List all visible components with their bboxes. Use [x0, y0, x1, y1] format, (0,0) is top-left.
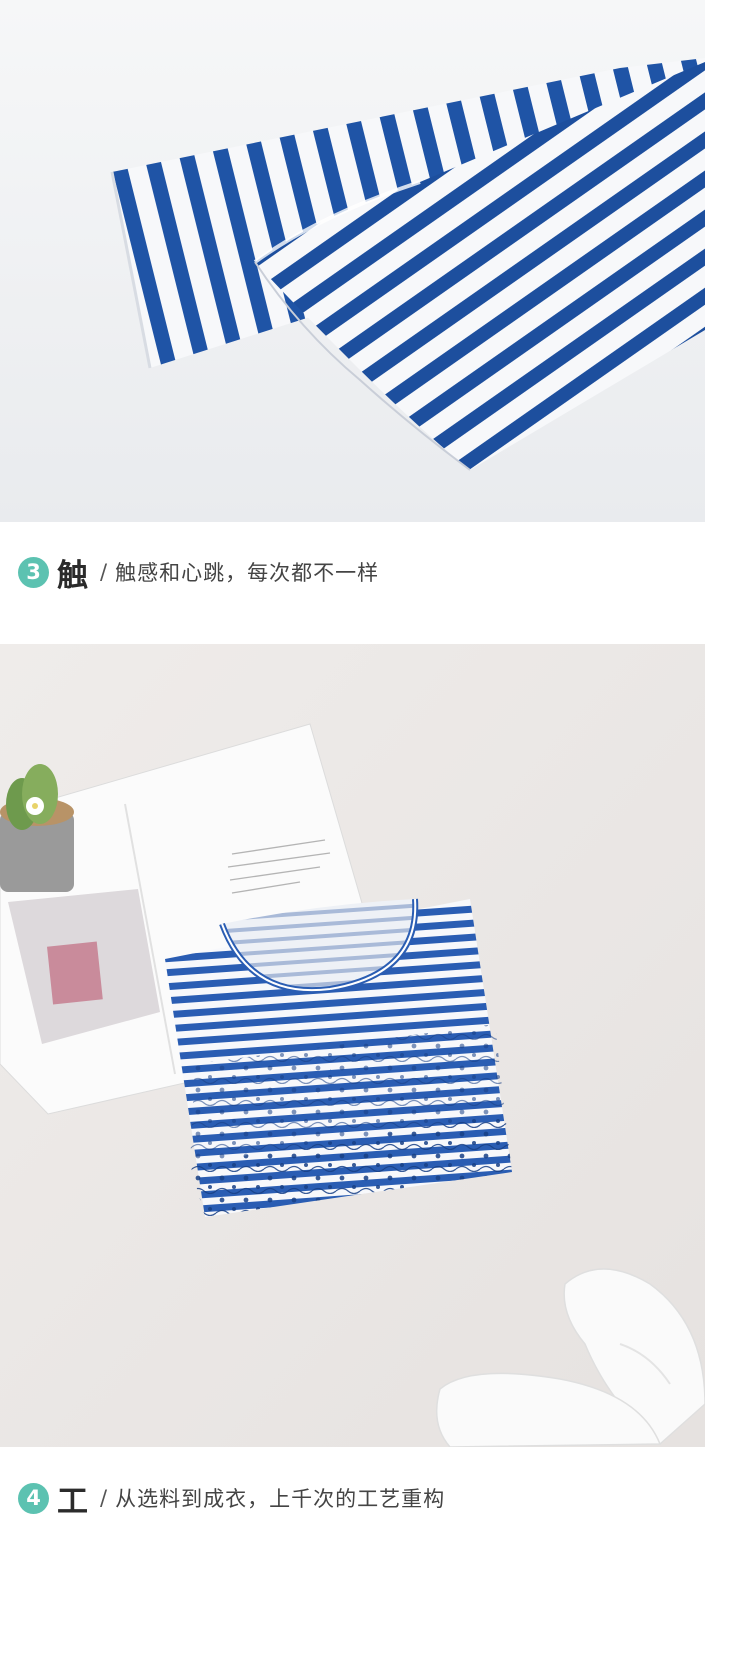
sleeve-closeup-photo — [0, 0, 705, 522]
section-title: 触 — [57, 557, 88, 594]
section-number-badge: 4 — [18, 1482, 49, 1514]
section-title: 工 — [57, 1483, 88, 1520]
folded-tshirt-photo — [0, 644, 705, 1447]
section-caption-text: 从选料到成衣，上千次的工艺重构 — [115, 1487, 446, 1511]
separator: / — [100, 560, 108, 584]
separator: / — [100, 1486, 108, 1510]
section-3-caption: 3 触 / 触感和心跳，每次都不一样 — [18, 542, 379, 602]
section-4-caption: 4 工 / 从选料到成衣，上千次的工艺重构 — [18, 1468, 445, 1528]
section-caption-text: 触感和心跳，每次都不一样 — [115, 561, 380, 585]
section-number-badge: 3 — [18, 556, 49, 588]
